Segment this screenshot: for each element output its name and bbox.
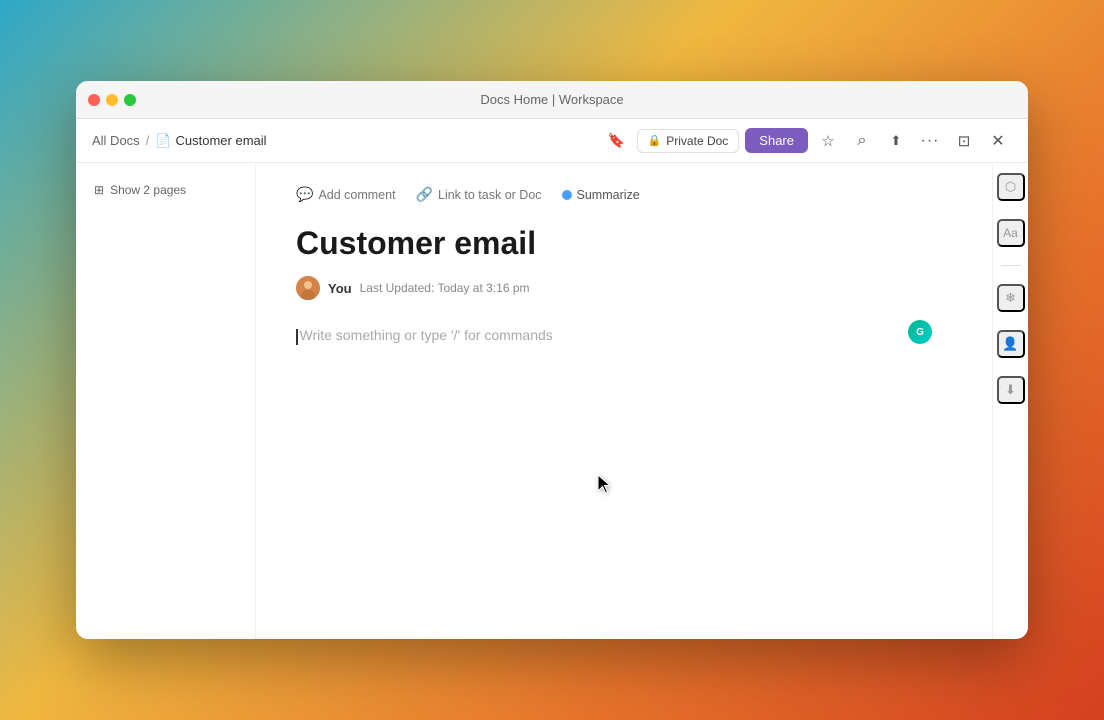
link-task-button[interactable]: 🔗 Link to task or Doc bbox=[416, 183, 542, 206]
close-icon: ✕ bbox=[991, 131, 1004, 151]
collaborators-btn[interactable]: 👤 bbox=[997, 330, 1025, 358]
collapse-icon: ⊡ bbox=[958, 132, 971, 150]
freeze-icon: ❄ bbox=[1005, 290, 1016, 306]
main-content[interactable]: 💬 Add comment 🔗 Link to task or Doc Summ… bbox=[256, 163, 992, 639]
search-btn[interactable]: ⌕ bbox=[848, 127, 876, 155]
toolbar: All Docs / 📄 Customer email 🔖 🔒 Private … bbox=[76, 119, 1028, 163]
toolbar-right: 🔖 🔒 Private Doc Share ☆ ⌕ ⬆ ··· ⊡ bbox=[603, 127, 1012, 155]
document-title: Customer email bbox=[296, 224, 932, 262]
add-comment-button[interactable]: 💬 Add comment bbox=[296, 183, 396, 206]
summarize-button[interactable]: Summarize bbox=[562, 188, 640, 202]
app-window: Docs Home | Workspace All Docs / 📄 Custo… bbox=[76, 81, 1028, 639]
person-icon: 👤 bbox=[1002, 336, 1018, 352]
font-size-icon: Aa bbox=[1003, 226, 1018, 240]
divider bbox=[1001, 265, 1021, 266]
editor-area[interactable]: Write something or type '/' for commands… bbox=[296, 324, 932, 346]
export-btn[interactable]: ⬆ bbox=[882, 127, 910, 155]
breadcrumb-home[interactable]: All Docs bbox=[92, 133, 140, 148]
breadcrumb-current: 📄 Customer email bbox=[155, 133, 266, 149]
ai-avatar: G bbox=[908, 320, 932, 344]
share-button[interactable]: Share bbox=[745, 128, 808, 153]
download-btn[interactable]: ⬇ bbox=[997, 376, 1025, 404]
last-updated: Last Updated: Today at 3:16 pm bbox=[360, 281, 530, 295]
star-btn[interactable]: ☆ bbox=[814, 127, 842, 155]
sidebar-expand-icon: ⬡ bbox=[1005, 179, 1016, 195]
author-row: You Last Updated: Today at 3:16 pm bbox=[296, 276, 932, 300]
close-button[interactable] bbox=[88, 94, 100, 106]
editor-placeholder: Write something or type '/' for commands bbox=[296, 324, 553, 346]
body-layout: ⊞ Show 2 pages 💬 Add comment 🔗 Link to t… bbox=[76, 163, 1028, 639]
minimize-button[interactable] bbox=[106, 94, 118, 106]
bookmark-icon: 🔖 bbox=[608, 132, 625, 149]
text-cursor bbox=[296, 329, 298, 345]
right-sidebar: ⬡ Aa ❄ 👤 ⬇ bbox=[992, 163, 1028, 639]
maximize-button[interactable] bbox=[124, 94, 136, 106]
traffic-lights bbox=[88, 94, 136, 106]
breadcrumb: All Docs / 📄 Customer email bbox=[92, 133, 595, 149]
more-icon: ··· bbox=[921, 132, 940, 150]
private-doc-button[interactable]: 🔒 Private Doc bbox=[637, 129, 740, 153]
action-bar: 💬 Add comment 🔗 Link to task or Doc Summ… bbox=[296, 183, 932, 206]
window-title: Docs Home | Workspace bbox=[480, 92, 623, 107]
pages-icon: ⊞ bbox=[94, 183, 104, 197]
summarize-dot-icon bbox=[562, 190, 572, 200]
font-size-btn[interactable]: Aa bbox=[997, 219, 1025, 247]
author-name: You bbox=[328, 281, 352, 296]
download-icon: ⬇ bbox=[1005, 382, 1016, 398]
sidebar-expand-btn[interactable]: ⬡ bbox=[997, 173, 1025, 201]
titlebar: Docs Home | Workspace bbox=[76, 81, 1028, 119]
link-icon: 🔗 bbox=[416, 186, 433, 203]
bookmark-icon-btn[interactable]: 🔖 bbox=[603, 127, 631, 155]
show-pages-button[interactable]: ⊞ Show 2 pages bbox=[88, 179, 192, 201]
export-icon: ⬆ bbox=[891, 133, 902, 149]
comment-icon: 💬 bbox=[296, 186, 313, 203]
avatar bbox=[296, 276, 320, 300]
collapse-btn[interactable]: ⊡ bbox=[950, 127, 978, 155]
freeze-btn[interactable]: ❄ bbox=[997, 284, 1025, 312]
left-sidebar: ⊞ Show 2 pages bbox=[76, 163, 256, 639]
doc-icon: 📄 bbox=[155, 133, 171, 149]
more-btn[interactable]: ··· bbox=[916, 127, 944, 155]
mouse-cursor bbox=[596, 473, 616, 502]
star-icon: ☆ bbox=[821, 132, 834, 150]
lock-icon: 🔒 bbox=[648, 134, 662, 147]
close-doc-btn[interactable]: ✕ bbox=[984, 127, 1012, 155]
search-icon: ⌕ bbox=[858, 132, 867, 150]
breadcrumb-separator: / bbox=[146, 133, 150, 148]
